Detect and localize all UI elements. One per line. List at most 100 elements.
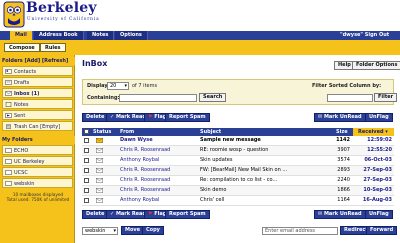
tab-bar: Mail Address Book Notes Options "dwyse" …: [0, 31, 400, 40]
mark-unread-button[interactable]: ✉ Mark UnRead: [314, 113, 366, 122]
sidebar-item-trash[interactable]: Trash Can [Empty]: [2, 121, 73, 131]
row-subject: Sample new message: [200, 137, 261, 143]
sidebar-item-webskin[interactable]: webskin: [2, 178, 73, 188]
row-checkbox[interactable]: [84, 188, 89, 193]
folders-header[interactable]: Folders [Add] [Refresh]: [0, 57, 75, 65]
mark-unread-button-bottom[interactable]: ✉ Mark UnRead: [314, 210, 366, 219]
row-checkbox[interactable]: [84, 198, 89, 203]
row-size: 2893: [337, 167, 350, 173]
row-subject: Skin updates: [200, 157, 233, 163]
folder-icon: [5, 181, 12, 186]
mark-read-label: Mark Read: [115, 211, 147, 217]
row-checkbox[interactable]: [84, 178, 89, 183]
sidebar-item-ucsc[interactable]: UCSC: [2, 167, 73, 177]
sidebar-item-label: Drafts: [14, 80, 30, 86]
sidebar-item-contacts[interactable]: Contacts: [2, 66, 73, 76]
display-count-select[interactable]: 20 ▾: [107, 82, 129, 90]
folder-icon: [5, 159, 12, 164]
folder-icon: [5, 170, 12, 175]
size-column-header[interactable]: Size: [336, 128, 348, 136]
table-row[interactable]: Anthony Roybal Chris' cell 1164 16-Aug-0…: [82, 196, 394, 206]
row-from: Chris R. Roosenraad: [120, 167, 171, 173]
sidebar-item-sent[interactable]: Sent: [2, 110, 73, 120]
filter-panel: Display 20 ▾ of 7 items Containing: Sear…: [82, 79, 398, 105]
envelope-icon: [96, 178, 103, 183]
from-column-header[interactable]: From: [120, 128, 134, 136]
sidebar-item-drafts[interactable]: Drafts: [2, 77, 73, 87]
select-all-checkbox[interactable]: [84, 129, 89, 134]
item-count-label: of 7 items: [132, 83, 158, 89]
row-from: Chris R. Roosenraad: [120, 187, 171, 193]
filter-input[interactable]: [327, 94, 373, 102]
sidebar-item-inbox[interactable]: Inbox (1): [2, 88, 73, 98]
inbox-icon: [5, 91, 12, 96]
mark-unread-label: Mark UnRead: [323, 211, 362, 217]
row-size: 1866: [337, 187, 350, 193]
table-row[interactable]: Chris R. Roosenraad Re: compilation to c…: [82, 176, 394, 186]
row-size: 1142: [336, 137, 350, 143]
row-size: 1164: [337, 197, 350, 203]
search-input[interactable]: [119, 94, 197, 102]
row-checkbox[interactable]: [84, 138, 89, 143]
sidebar-item-label: Notes: [14, 102, 29, 108]
received-column-header[interactable]: Received ▾: [353, 128, 394, 136]
folder-options-button[interactable]: Folder Options: [352, 61, 400, 70]
delete-button[interactable]: Delete: [82, 113, 109, 122]
row-from: Chris R. Roosenraad: [120, 147, 171, 153]
compose-button[interactable]: Compose: [4, 43, 40, 52]
sidebar-item-uc-berkeley[interactable]: UC Berkeley: [2, 156, 73, 166]
row-received: 12:59:02: [367, 137, 392, 143]
message-table-header: Status From Subject Size Received ▾: [82, 128, 394, 136]
message-toolbar-top: Delete ✓ Mark Read ⚑ Flag Report Spam ✉ …: [82, 113, 394, 124]
sort-arrow-icon: ▾: [385, 129, 388, 135]
filter-button[interactable]: Filter: [374, 93, 398, 102]
email-address-input[interactable]: Enter email address: [262, 227, 338, 235]
display-count-value: 20: [110, 83, 117, 89]
mark-read-label: Mark Read: [115, 114, 147, 120]
notes-icon: [5, 102, 12, 107]
sidebar-item-label: Sent: [14, 113, 26, 119]
unflag-button-bottom[interactable]: UnFlag: [365, 210, 393, 219]
row-subject: Re: compilation to co list - co...: [200, 177, 278, 183]
sidebar-item-label: Inbox (1): [14, 91, 40, 97]
brand-subtitle: University of California: [27, 17, 100, 22]
rules-button[interactable]: Rules: [40, 43, 66, 52]
table-row[interactable]: Chris R. Roosenraad RE: roomie wosp - qu…: [82, 146, 394, 156]
copy-button[interactable]: Copy: [142, 226, 164, 235]
message-toolbar-bottom: Delete ✓ Mark Read ⚑ Flag Report Spam ✉ …: [82, 210, 394, 221]
storage-usage: Total used: 750K of unlimited: [6, 198, 70, 203]
row-size: 2240: [337, 177, 350, 183]
forward-button[interactable]: Forward: [366, 226, 398, 235]
tab-options[interactable]: Options: [115, 31, 148, 40]
row-checkbox[interactable]: [84, 158, 89, 163]
row-from: Anthony Roybal: [120, 157, 160, 163]
sent-icon: [5, 113, 12, 118]
report-spam-button-bottom[interactable]: Report Spam: [165, 210, 210, 219]
row-size: 3574: [337, 157, 350, 163]
row-checkbox[interactable]: [84, 168, 89, 173]
report-spam-button[interactable]: Report Spam: [165, 113, 210, 122]
tab-address-book[interactable]: Address Book: [34, 31, 84, 40]
status-column-header[interactable]: Status: [93, 128, 111, 136]
table-row[interactable]: Anthony Roybal Skin updates 3574 06-Oct-…: [82, 156, 394, 166]
tab-mail[interactable]: Mail: [10, 31, 33, 40]
unflag-button[interactable]: UnFlag: [365, 113, 393, 122]
table-row[interactable]: Chris R. Roosenraad FW: [BearMail] New M…: [82, 166, 394, 176]
row-checkbox[interactable]: [84, 148, 89, 153]
subject-column-header[interactable]: Subject: [200, 128, 221, 136]
move-button[interactable]: Move: [121, 226, 145, 235]
tab-notes[interactable]: Notes: [87, 31, 115, 40]
sidebar-item-notes[interactable]: Notes: [2, 99, 73, 109]
table-row[interactable]: Chris R. Roosenraad Skin demo 1866 10-Se…: [82, 186, 394, 196]
trash-icon: [6, 124, 11, 129]
my-folders-header: My Folders: [0, 136, 75, 144]
sign-out-link[interactable]: "dwyse" Sign Out: [340, 31, 389, 40]
sidebar-item-echo[interactable]: ECHO: [2, 145, 73, 155]
row-received: 10-Sep-03: [363, 187, 392, 193]
delete-button-bottom[interactable]: Delete: [82, 210, 109, 219]
brand-title: Berkeley: [26, 0, 97, 16]
sidebar-item-label: webskin: [14, 181, 35, 187]
table-row[interactable]: Dawn Wyse Sample new message 1142 12:59:…: [82, 136, 394, 146]
move-target-select[interactable]: webskin ▾: [82, 227, 118, 235]
search-button[interactable]: Search: [199, 93, 227, 102]
